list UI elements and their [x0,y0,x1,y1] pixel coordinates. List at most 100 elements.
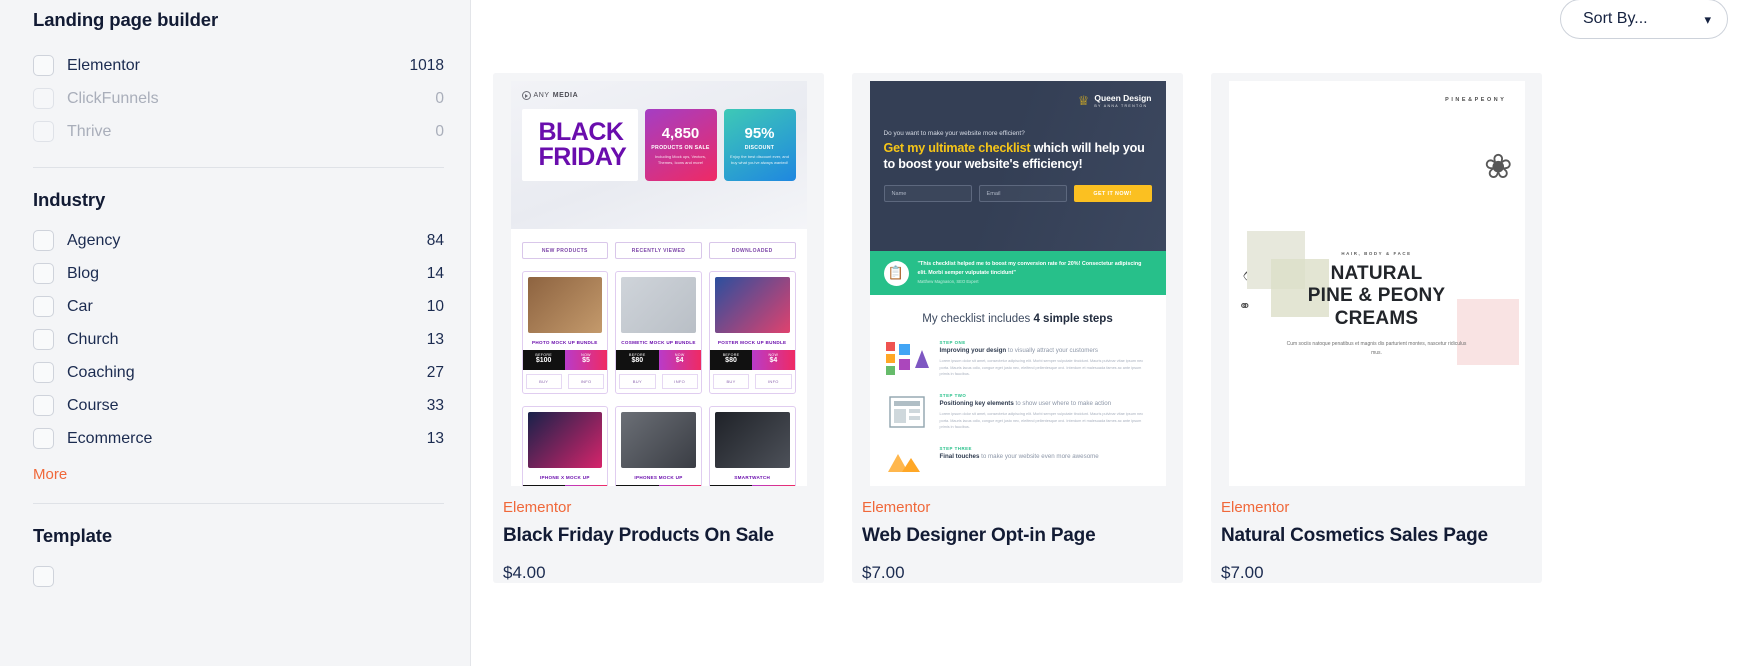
template-heading: Template [33,525,113,546]
sort-by-select[interactable]: Sort By... ▾ [1560,0,1728,39]
checkbox-course[interactable] [33,395,54,416]
headline-line-3: CREAMS [1334,307,1419,329]
checkbox-coaching[interactable] [33,362,54,383]
hero-headline: Get my ultimate checklist which will hel… [884,141,1152,172]
filter-row-template-first[interactable] [33,560,444,593]
headline-line-2: PINE & PEONY [1307,285,1446,307]
checklist-step: STEP THREE Final touches to make your we… [884,446,1152,484]
clipboard-icon: 📋 [883,260,909,286]
step-heading-bold: Positioning key elements [939,400,1014,407]
card-title[interactable]: Black Friday Products On Sale [503,525,824,547]
stat-sub: Enjoy the best discount ever, and buy wh… [730,153,789,165]
step-heading-rest: to show user where to make action [1013,400,1112,407]
product-name: PHOTO MOCK UP BUNDLE [532,340,598,345]
card-price: $7.00 [862,563,905,582]
crown-icon: ♕ [1077,93,1090,109]
step-label: STEP ONE [939,340,966,345]
card-thumbnail[interactable]: ANY MEDIA BLACK FRIDAY 4,850 PRODUCTS ON … [493,73,824,486]
filter-row-clickfunnels[interactable]: ClickFunnels 0 [33,82,444,115]
card-builder-tag[interactable]: Elementor [862,499,1183,516]
show-more-industries-link[interactable]: More [33,466,67,483]
product-name: IPHONE X MOCK UP [539,475,590,480]
mock-product: SMARTWATCH BEFORE$100 NOW$5 BUY INFO [708,406,796,486]
buy-button: BUY [619,374,656,389]
checkbox-church[interactable] [33,329,54,350]
testimonial-text: "This checklist helped me to boost my co… [918,260,1152,286]
template-card-grid: ANY MEDIA BLACK FRIDAY 4,850 PRODUCTS ON … [471,46,1750,583]
get-it-now-button: GET IT NOW! [1073,185,1152,203]
filter-row-church[interactable]: Church 13 [33,323,444,356]
thumbnail-mockup: PINE&PEONY ❀ 👁 ⚭ HAIR, BODY & FACE NATUR… [1228,81,1525,486]
info-button: INFO [755,374,792,389]
card-builder-tag[interactable]: Elementor [503,499,824,516]
checklist-section: My checklist includes 4 simple steps STE… [869,295,1166,486]
template-card[interactable]: ♕ Queen Design BY ANNA TRENTON Do you wa… [852,73,1183,583]
headline-highlight: Get my ultimate checklist [883,140,1031,155]
mock-tab: RECENTLY VIEWED [615,242,702,259]
filter-count: 84 [426,231,444,249]
results-area: Sort By... ▾ ANY MEDIA BLACK FRIDAY 4,85… [471,0,1750,666]
step-one-icon [884,340,930,378]
filter-count: 0 [435,122,444,140]
headline-line-2: FRIDAY [538,143,627,171]
checkbox-car[interactable] [33,296,54,317]
product-price-bar: BEFORE$80 NOW$4 [616,350,701,370]
anymedia-logo: ANY MEDIA [521,91,796,100]
sort-by-label: Sort By... [1583,10,1648,27]
card-builder-tag[interactable]: Elementor [1221,499,1542,516]
template-card[interactable]: PINE&PEONY ❀ 👁 ⚭ HAIR, BODY & FACE NATUR… [1211,73,1542,583]
filter-row-course[interactable]: Course 33 [33,389,444,422]
card-body: Elementor Black Friday Products On Sale … [493,486,824,583]
product-buttons: BUY INFO [523,370,608,393]
template-card[interactable]: ANY MEDIA BLACK FRIDAY 4,850 PRODUCTS ON … [493,73,824,583]
filter-row-blog[interactable]: Blog 14 [33,257,444,290]
card-title[interactable]: Web Designer Opt-in Page [862,525,1183,547]
checkbox-thrive[interactable] [33,121,54,142]
hero-kicker: Do you want to make your website more ef… [883,129,1025,137]
checklist-title: My checklist includes 4 simple steps [884,313,1152,325]
price-before: BEFORE$80 [522,485,565,486]
checkbox-ecommerce[interactable] [33,428,54,449]
industry-filter-group: Industry Agency 84 Blog 14 Car 10 Church… [33,189,444,484]
testimonial-quote: "This checklist helped me to boost my co… [917,261,1142,276]
peony-flower-icon: ❀ [1484,148,1513,186]
filter-label: Blog [67,264,100,282]
filter-row-coaching[interactable]: Coaching 27 [33,356,444,389]
product-name: COSMETIC MOCK UP BUNDLE [621,340,696,345]
card-thumbnail[interactable]: PINE&PEONY ❀ 👁 ⚭ HAIR, BODY & FACE NATUR… [1211,73,1542,486]
filter-row-agency[interactable]: Agency 84 [33,224,444,257]
filter-row-ecommerce[interactable]: Ecommerce 13 [33,422,444,455]
step-text: STEP ONE Improving your design to visual… [940,340,1152,378]
headline-line-1: NATURAL [1330,263,1423,284]
price-before-value: $80 [725,357,737,364]
brand-subtitle: BY ANNA TRENTON [1094,103,1148,108]
checkbox-agency[interactable] [33,230,54,251]
filter-row-thrive[interactable]: Thrive 0 [33,115,444,148]
price-now: NOW$4 [658,350,701,370]
product-price-bar: BEFORE$200 NOW$10 [616,485,701,486]
checkbox-elementor[interactable] [33,55,54,76]
product-image [714,277,790,333]
price-now-value: $5 [582,357,590,364]
palette-icon [885,342,929,375]
checkbox-template-first[interactable] [33,566,54,587]
results-toolbar: Sort By... ▾ [471,0,1750,46]
card-thumbnail[interactable]: ♕ Queen Design BY ANNA TRENTON Do you wa… [852,73,1183,486]
filter-row-car[interactable]: Car 10 [33,290,444,323]
checkbox-clickfunnels[interactable] [33,88,54,109]
step-body: Lorem ipsum dolor sit amet, consectetur … [939,412,1144,430]
filter-label: Ecommerce [67,429,153,447]
mock-product: IPHONES MOCK UP BEFORE$200 NOW$10 BUY IN… [615,406,702,486]
checkbox-blog[interactable] [33,263,54,284]
sidebar-title: Landing page builder [33,9,219,30]
card-title[interactable]: Natural Cosmetics Sales Page [1221,525,1542,547]
industry-heading: Industry [33,189,106,210]
filter-label: Coaching [67,363,135,381]
filter-count: 13 [426,330,444,348]
filter-row-elementor[interactable]: Elementor 1018 [33,49,444,82]
logo-text: ANY [533,92,550,99]
thumbnail-mockup: ♕ Queen Design BY ANNA TRENTON Do you wa… [869,81,1166,486]
